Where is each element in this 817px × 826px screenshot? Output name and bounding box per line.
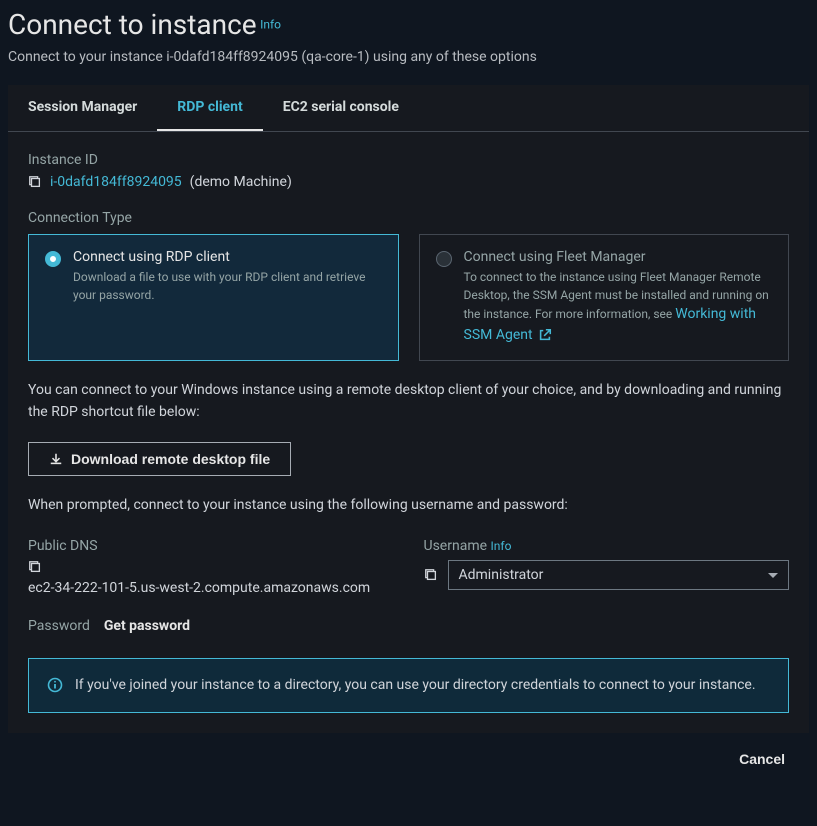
download-rdp-label: Download remote desktop file (71, 451, 270, 467)
info-icon (47, 677, 63, 696)
instance-name: (demo Machine) (190, 174, 292, 190)
tab-ec2-serial-console[interactable]: EC2 serial console (263, 85, 419, 131)
main-panel: Session Manager RDP client EC2 serial co… (8, 85, 809, 733)
password-label: Password (28, 618, 90, 634)
instance-id-label: Instance ID (28, 152, 789, 168)
username-label: Username Info (424, 538, 790, 554)
username-value: Administrator (459, 567, 544, 583)
download-rdp-button[interactable]: Download remote desktop file (28, 442, 291, 476)
copy-icon[interactable] (28, 175, 42, 189)
radio-fleet-manager: Connect using Fleet Manager To connect t… (419, 234, 790, 361)
prompt-text: When prompted, connect to your instance … (28, 494, 789, 516)
info-alert: If you've joined your instance to a dire… (28, 658, 789, 713)
page-subtitle: Connect to your instance i-0dafd184ff892… (8, 49, 809, 65)
info-link[interactable]: Info (260, 17, 281, 31)
tab-session-manager[interactable]: Session Manager (8, 85, 157, 131)
cancel-button[interactable]: Cancel (739, 751, 785, 767)
chevron-down-icon (768, 573, 778, 578)
get-password-button[interactable]: Get password (104, 618, 190, 634)
info-alert-text: If you've joined your instance to a dire… (75, 675, 756, 696)
public-dns-value: ec2-34-222-101-5.us-west-2.compute.amazo… (28, 580, 394, 596)
radio-circle-icon (436, 251, 452, 267)
instance-id-link[interactable]: i-0dafd184ff8924095 (50, 174, 182, 190)
radio-rdp-desc: Download a file to use with your RDP cli… (73, 268, 382, 304)
copy-icon[interactable] (424, 568, 438, 582)
username-info-link[interactable]: Info (491, 539, 512, 553)
radio-circle-icon (45, 251, 61, 267)
tabs: Session Manager RDP client EC2 serial co… (8, 85, 809, 132)
radio-fleet-desc: To connect to the instance using Fleet M… (464, 268, 773, 346)
tab-rdp-client[interactable]: RDP client (157, 85, 262, 131)
radio-fleet-title: Connect using Fleet Manager (464, 249, 773, 265)
radio-rdp-client[interactable]: Connect using RDP client Download a file… (28, 234, 399, 361)
public-dns-label: Public DNS (28, 538, 394, 554)
instructions-text: You can connect to your Windows instance… (28, 379, 789, 424)
external-link-icon (538, 328, 552, 342)
page-title: Connect to instance (8, 8, 257, 41)
copy-icon[interactable] (28, 560, 42, 574)
username-select[interactable]: Administrator (448, 560, 790, 590)
download-icon (49, 452, 63, 466)
connection-type-label: Connection Type (28, 210, 789, 226)
radio-rdp-title: Connect using RDP client (73, 249, 382, 265)
